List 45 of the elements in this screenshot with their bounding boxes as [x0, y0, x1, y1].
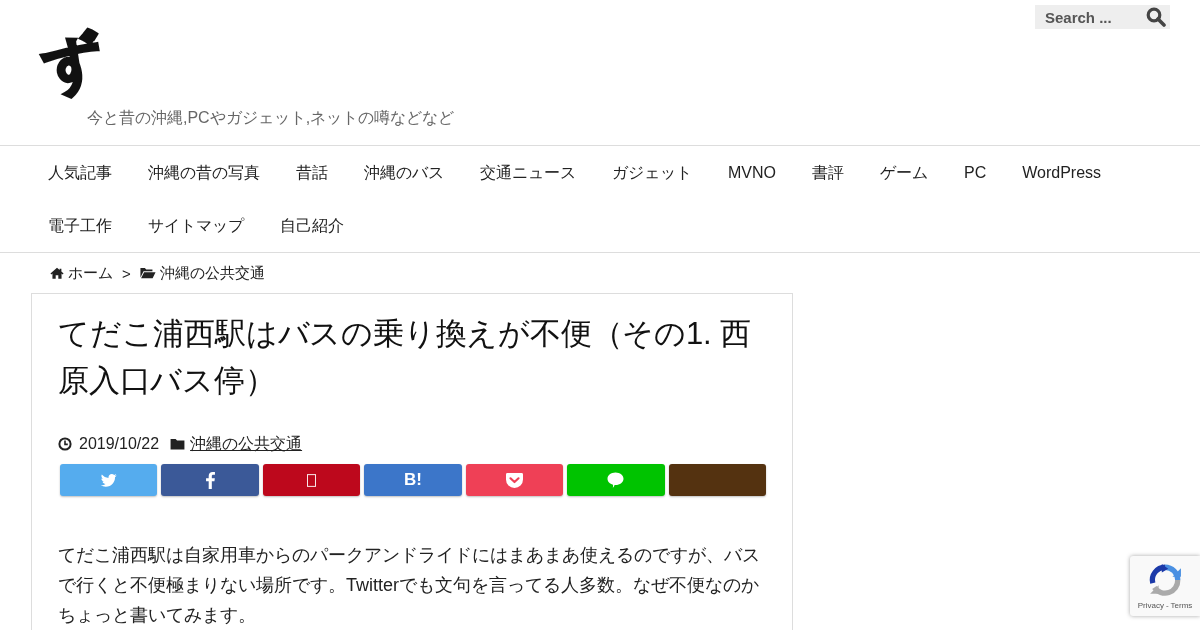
- folder-open-icon: [139, 267, 156, 279]
- letter-f-icon: [205, 471, 215, 489]
- nav-link[interactable]: 沖縄のバス: [346, 146, 462, 199]
- square-icon: [307, 473, 317, 487]
- share-button[interactable]: B!: [364, 464, 462, 496]
- search-field[interactable]: Search ...: [1035, 5, 1145, 29]
- circular-arrows-icon: [1148, 563, 1182, 597]
- nav-link[interactable]: 人気記事: [30, 146, 130, 199]
- bird-icon: [100, 473, 118, 487]
- category-link[interactable]: 沖縄の公共交通: [190, 433, 303, 455]
- breadcrumb-separator: >: [122, 264, 131, 282]
- search-icon: [1146, 7, 1166, 27]
- post-body: てだこ浦西駅は自家用車からのパークアンドライドにはまあまあ使えるのですが、バスで行くと不便極まりない場所です。Twitterでも文句を言ってる人多数。なぜ不便なのかちょっと書いてみます。: [58, 544, 761, 627]
- site-tagline: 今と昔の沖縄,PCやガジェット,ネットの噂などなど: [87, 108, 455, 128]
- clock-icon: [58, 437, 72, 451]
- pocket-icon: [505, 472, 523, 488]
- share-button[interactable]: [161, 464, 259, 496]
- footer-link[interactable]: Privacy: [1137, 601, 1164, 611]
- site-logo[interactable]: ず: [37, 27, 108, 99]
- nav-link[interactable]: 交通ニュース: [462, 146, 594, 199]
- nav-link[interactable]: ガジェット: [594, 146, 710, 199]
- post-date: 2019/10/22: [79, 435, 160, 453]
- nav-link[interactable]: 書評: [794, 146, 862, 199]
- nav-link[interactable]: サイトマップ: [130, 199, 262, 252]
- footer-link[interactable]: Terms: [1170, 601, 1193, 611]
- nav-link[interactable]: 自己紹介: [262, 199, 362, 252]
- nav-link[interactable]: PC: [946, 146, 1005, 199]
- share-button[interactable]: [567, 464, 665, 496]
- home-icon: [50, 267, 64, 279]
- share-button[interactable]: [465, 464, 564, 496]
- folder-icon: [170, 438, 186, 450]
- share-button[interactable]: [60, 464, 158, 496]
- nav-link[interactable]: 電子工作: [30, 199, 130, 252]
- share-button[interactable]: [262, 464, 361, 496]
- search-button[interactable]: [1145, 5, 1170, 29]
- nav-link[interactable]: MVNO: [710, 146, 794, 199]
- post-title: てだこ浦西駅はバスの乗り換えが不便（その1. 西原入口バス停）: [58, 315, 752, 400]
- nav-link[interactable]: ゲーム: [862, 146, 946, 199]
- nav-link[interactable]: 昔話: [278, 146, 346, 199]
- speech-bubble-icon: [607, 472, 625, 488]
- nav-link[interactable]: 沖縄の昔の写真: [130, 146, 278, 199]
- nav-link[interactable]: WordPress: [1004, 146, 1120, 199]
- breadcrumb-link[interactable]: 沖縄の公共交通: [139, 263, 265, 283]
- breadcrumb-link[interactable]: ホーム: [50, 263, 113, 283]
- link-separator: -: [1165, 601, 1169, 611]
